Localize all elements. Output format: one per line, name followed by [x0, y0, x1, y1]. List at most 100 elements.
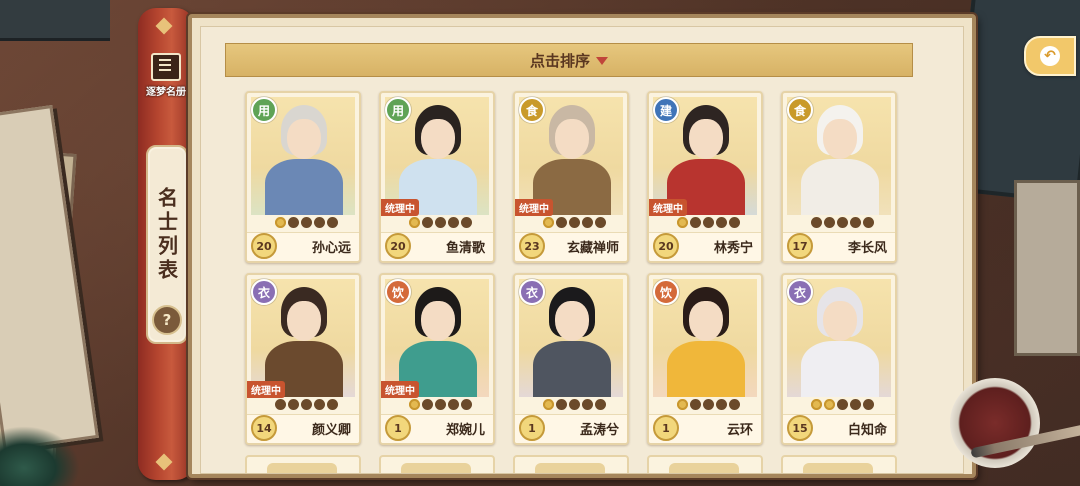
- portrait-robe: [801, 341, 879, 397]
- portrait-top: [267, 463, 337, 473]
- star-rating: [677, 217, 740, 228]
- status-tag: 统理中: [515, 199, 553, 216]
- star-icon: [703, 399, 714, 410]
- background-paper: [1014, 180, 1080, 356]
- star-icon: [837, 217, 848, 228]
- character-card[interactable]: 用 20 孙心远: [245, 91, 361, 263]
- character-card[interactable]: 饮 1 云环: [647, 273, 763, 445]
- character-card-partial[interactable]: [513, 455, 629, 473]
- character-name: 林秀宁: [713, 241, 753, 256]
- character-card[interactable]: 食 17 李长风: [781, 91, 897, 263]
- character-card-partial[interactable]: [647, 455, 763, 473]
- character-card[interactable]: 用统理中 20 鱼清歌: [379, 91, 495, 263]
- dream-roster-button[interactable]: 逐梦名册: [144, 52, 188, 98]
- star-icon: [435, 217, 446, 228]
- star-icon: [595, 217, 606, 228]
- sort-button[interactable]: 点击排序: [225, 43, 913, 77]
- character-card[interactable]: 衣 15 白知命: [781, 273, 897, 445]
- type-badge: 食: [787, 97, 813, 123]
- star-icon: [582, 399, 593, 410]
- star-rating: [811, 399, 874, 410]
- character-card-partial[interactable]: [379, 455, 495, 473]
- star-icon: [448, 399, 459, 410]
- star-icon: [863, 399, 874, 410]
- type-badge: 用: [385, 97, 411, 123]
- character-card[interactable]: 饮统理中 1 郑婉儿: [379, 273, 495, 445]
- character-name: 李长风: [847, 241, 887, 256]
- tab-title: 名士列表: [154, 187, 179, 283]
- back-button[interactable]: ↶: [1024, 36, 1076, 76]
- star-icon: [824, 399, 835, 410]
- star-icon: [327, 217, 338, 228]
- portrait-face: [287, 301, 321, 341]
- level-badge: 23: [519, 233, 545, 259]
- level-badge: 17: [787, 233, 813, 259]
- star-icon: [288, 399, 299, 410]
- type-badge: 衣: [251, 279, 277, 305]
- character-card[interactable]: 食统理中 23 玄藏禅师: [513, 91, 629, 263]
- level-badge: 1: [653, 415, 679, 441]
- character-card[interactable]: 建统理中 20 林秀宁: [647, 91, 763, 263]
- star-rating: [677, 399, 740, 410]
- star-icon: [811, 217, 822, 228]
- portrait-top: [803, 463, 873, 473]
- star-icon: [409, 399, 420, 410]
- celebrity-list-tab[interactable]: 名士列表 ?: [146, 145, 188, 344]
- star-icon: [422, 399, 433, 410]
- star-icon: [716, 217, 727, 228]
- star-icon: [677, 217, 688, 228]
- level-badge: 1: [519, 415, 545, 441]
- portrait-top: [669, 463, 739, 473]
- portrait-face: [689, 119, 723, 159]
- star-icon: [716, 399, 727, 410]
- portrait-robe: [265, 159, 343, 215]
- portrait-top: [401, 463, 471, 473]
- status-tag: 统理中: [247, 381, 285, 398]
- portrait-face: [689, 301, 723, 341]
- star-icon: [301, 399, 312, 410]
- portrait-face: [421, 119, 455, 159]
- character-name: 玄藏禅师: [566, 241, 619, 256]
- star-icon: [811, 399, 822, 410]
- sort-label: 点击排序: [529, 51, 590, 70]
- character-name: 云环: [726, 423, 753, 438]
- star-icon: [677, 399, 688, 410]
- star-icon: [729, 399, 740, 410]
- star-icon: [556, 399, 567, 410]
- triangle-down-icon: [596, 57, 608, 65]
- character-card-partial[interactable]: [781, 455, 897, 473]
- character-card[interactable]: 衣 1 孟涛兮: [513, 273, 629, 445]
- type-badge: 食: [519, 97, 545, 123]
- character-name: 孟涛兮: [579, 423, 619, 438]
- character-name: 郑婉儿: [445, 423, 485, 438]
- star-icon: [543, 217, 554, 228]
- star-icon: [461, 217, 472, 228]
- roster-panel-inner: 点击排序 用 20 孙心远 用统理中 20 鱼清歌 食统理中 23 玄藏禅师 建统理中 20 林秀宁 食…: [200, 26, 964, 474]
- star-icon: [850, 399, 861, 410]
- star-rating: [275, 217, 338, 228]
- star-rating: [275, 399, 338, 410]
- status-tag: 统理中: [381, 199, 419, 216]
- character-name: 孙心远: [311, 241, 351, 256]
- portrait-face: [421, 301, 455, 341]
- star-icon: [837, 399, 848, 410]
- portrait-face: [823, 119, 857, 159]
- portrait-face: [823, 301, 857, 341]
- character-card-partial[interactable]: [245, 455, 361, 473]
- ink-dish: [950, 378, 1040, 468]
- star-icon: [435, 399, 446, 410]
- type-badge: 衣: [519, 279, 545, 305]
- star-icon: [569, 399, 580, 410]
- star-rating: [409, 217, 472, 228]
- star-icon: [327, 399, 338, 410]
- star-icon: [301, 217, 312, 228]
- character-name: 白知命: [847, 423, 887, 438]
- star-icon: [409, 217, 420, 228]
- character-card[interactable]: 衣统理中 14 颜义卿: [245, 273, 361, 445]
- type-badge: 饮: [653, 279, 679, 305]
- star-rating: [811, 217, 874, 228]
- plant-decoration: [0, 426, 80, 486]
- level-badge: 20: [653, 233, 679, 259]
- help-button[interactable]: ?: [152, 305, 182, 335]
- star-icon: [824, 217, 835, 228]
